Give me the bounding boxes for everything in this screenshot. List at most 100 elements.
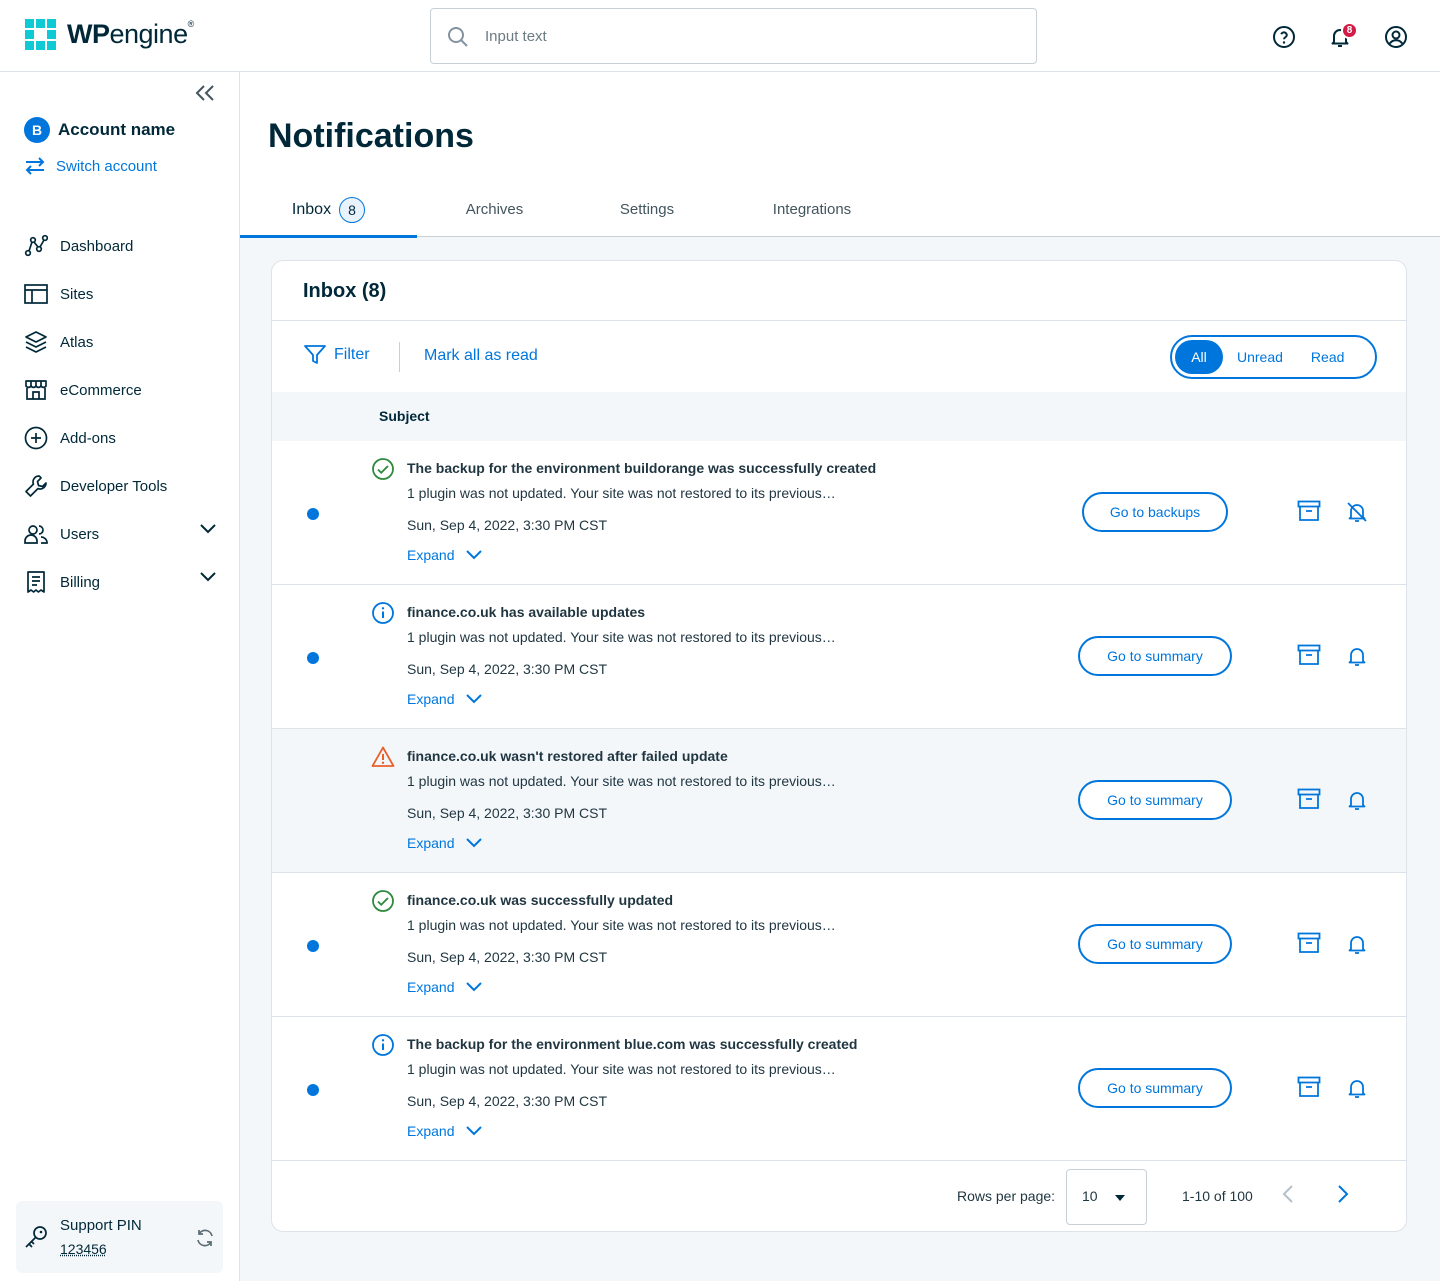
segment-read[interactable]: Read: [1297, 340, 1358, 374]
search-input[interactable]: [485, 23, 1005, 49]
support-pin-value: 123456: [60, 1241, 107, 1257]
success-icon: [371, 889, 395, 913]
filter-label: Filter: [334, 346, 370, 363]
sidebar-item-dashboard[interactable]: Dashboard: [24, 222, 220, 270]
chevron-down-icon: [466, 838, 483, 848]
rows-per-page-select[interactable]: 10: [1066, 1169, 1147, 1225]
archive-icon[interactable]: [1297, 788, 1321, 815]
sidebar-item-atlas[interactable]: Atlas: [24, 318, 220, 366]
read-filter-toggle: All Unread Read: [1170, 335, 1377, 379]
plus-circle-icon: [24, 426, 48, 450]
chevron-down-icon: [466, 982, 483, 992]
chevron-down-icon: [466, 1126, 483, 1136]
bell-off-icon[interactable]: [1345, 500, 1369, 529]
caret-down-icon: [1115, 1195, 1125, 1201]
sidebar-item-add-ons[interactable]: Add-ons: [24, 414, 220, 462]
notification-badge: 8: [1341, 22, 1358, 39]
sidebar-item-label: Billing: [60, 573, 101, 591]
pagination-range: 1-10 of 100: [1182, 1188, 1253, 1204]
expand-label: Expand: [407, 979, 455, 995]
expand-button[interactable]: Expand: [407, 979, 483, 995]
notification-subject: finance.co.uk has available updates: [407, 604, 646, 620]
expand-label: Expand: [407, 1123, 455, 1139]
notification-action-button[interactable]: Go to summary: [1078, 1068, 1232, 1108]
info-icon: [371, 601, 395, 625]
notification-subject: The backup for the environment blue.com …: [407, 1036, 858, 1052]
tab-inbox[interactable]: Inbox 8: [240, 182, 417, 238]
tab-bar: Inbox 8 Archives Settings Integrations: [240, 182, 902, 238]
expand-button[interactable]: Expand: [407, 835, 483, 851]
info-icon: [371, 1033, 395, 1057]
tab-integrations[interactable]: Integrations: [722, 182, 902, 237]
notification-row[interactable]: finance.co.uk wasn't restored after fail…: [272, 729, 1406, 873]
warning-icon: [371, 745, 395, 769]
dashboard-icon: [24, 234, 48, 258]
sidebar-item-billing[interactable]: Billing: [24, 558, 220, 606]
filter-button[interactable]: Filter: [304, 345, 370, 365]
sidebar-item-label: Atlas: [60, 333, 94, 351]
tab-archives[interactable]: Archives: [417, 182, 572, 237]
refresh-icon[interactable]: [195, 1228, 215, 1248]
notification-action-button[interactable]: Go to summary: [1078, 636, 1232, 676]
billing-icon: [24, 570, 48, 594]
bell-icon[interactable]: [1345, 644, 1369, 673]
notification-date: Sun, Sep 4, 2022, 3:30 PM CST: [407, 661, 608, 677]
bell-icon[interactable]: [1345, 1076, 1369, 1105]
expand-button[interactable]: Expand: [407, 547, 483, 563]
atlas-icon: [24, 330, 48, 354]
users-icon: [24, 522, 48, 546]
notification-date: Sun, Sep 4, 2022, 3:30 PM CST: [407, 1093, 608, 1109]
tab-label: Integrations: [772, 201, 852, 218]
notification-action-button[interactable]: Go to summary: [1078, 924, 1232, 964]
toolbar-divider: [399, 342, 400, 372]
bell-icon[interactable]: [1345, 932, 1369, 961]
notification-row[interactable]: The backup for the environment blue.com …: [272, 1017, 1406, 1161]
chevron-down-icon: [200, 524, 216, 534]
segment-all[interactable]: All: [1175, 340, 1223, 374]
sidebar-item-sites[interactable]: Sites: [24, 270, 220, 318]
unread-dot: [307, 508, 319, 520]
chevron-down-icon: [200, 572, 216, 582]
sidebar-item-label: Add-ons: [60, 429, 116, 447]
unread-dot: [307, 940, 319, 952]
notification-action-button[interactable]: Go to backups: [1082, 492, 1228, 532]
archive-icon[interactable]: [1297, 932, 1321, 959]
inbox-count-badge: 8: [339, 196, 366, 223]
sidebar-item-developer-tools[interactable]: Developer Tools: [24, 462, 220, 510]
sidebar-item-users[interactable]: Users: [24, 510, 220, 558]
account-header: B Account name: [24, 117, 175, 143]
expand-button[interactable]: Expand: [407, 1123, 483, 1139]
divider: [272, 320, 1406, 321]
chevron-down-icon: [466, 694, 483, 704]
account-name: Account name: [58, 120, 176, 139]
wp-engine-logo[interactable]: WPengine®: [24, 18, 194, 51]
user-profile-icon[interactable]: [1384, 25, 1408, 49]
notification-action-button[interactable]: Go to summary: [1078, 780, 1232, 820]
expand-button[interactable]: Expand: [407, 691, 483, 707]
notification-row[interactable]: The backup for the environment buildoran…: [272, 441, 1406, 585]
archive-icon[interactable]: [1297, 1076, 1321, 1103]
notification-date: Sun, Sep 4, 2022, 3:30 PM CST: [407, 805, 608, 821]
mark-all-read-button[interactable]: Mark all as read: [424, 347, 538, 365]
filter-icon: [304, 345, 326, 364]
chevron-left-icon[interactable]: [1281, 1184, 1295, 1204]
notification-description: 1 plugin was not updated. Your site was …: [407, 1061, 836, 1077]
rows-per-page-label: Rows per page:: [957, 1188, 1056, 1204]
switch-account-link[interactable]: Switch account: [24, 156, 157, 176]
notification-date: Sun, Sep 4, 2022, 3:30 PM CST: [407, 949, 608, 965]
bell-icon[interactable]: [1345, 788, 1369, 817]
chevron-right-icon[interactable]: [1336, 1184, 1350, 1204]
archive-icon[interactable]: [1297, 500, 1321, 527]
sidebar-item-ecommerce[interactable]: eCommerce: [24, 366, 220, 414]
collapse-sidebar-icon[interactable]: [193, 83, 217, 103]
tab-settings[interactable]: Settings: [572, 182, 722, 237]
notification-row[interactable]: finance.co.uk has available updates 1 plu…: [272, 585, 1406, 729]
sidebar-nav: Dashboard Sites Atlas eCommerce Add-ons …: [24, 222, 220, 606]
segment-unread[interactable]: Unread: [1223, 340, 1297, 374]
notification-row[interactable]: finance.co.uk was successfully updated 1 …: [272, 873, 1406, 1017]
help-icon[interactable]: [1272, 25, 1296, 49]
unread-dot: [307, 652, 319, 664]
chevron-down-icon: [466, 550, 483, 560]
swap-icon: [25, 157, 45, 175]
archive-icon[interactable]: [1297, 644, 1321, 671]
